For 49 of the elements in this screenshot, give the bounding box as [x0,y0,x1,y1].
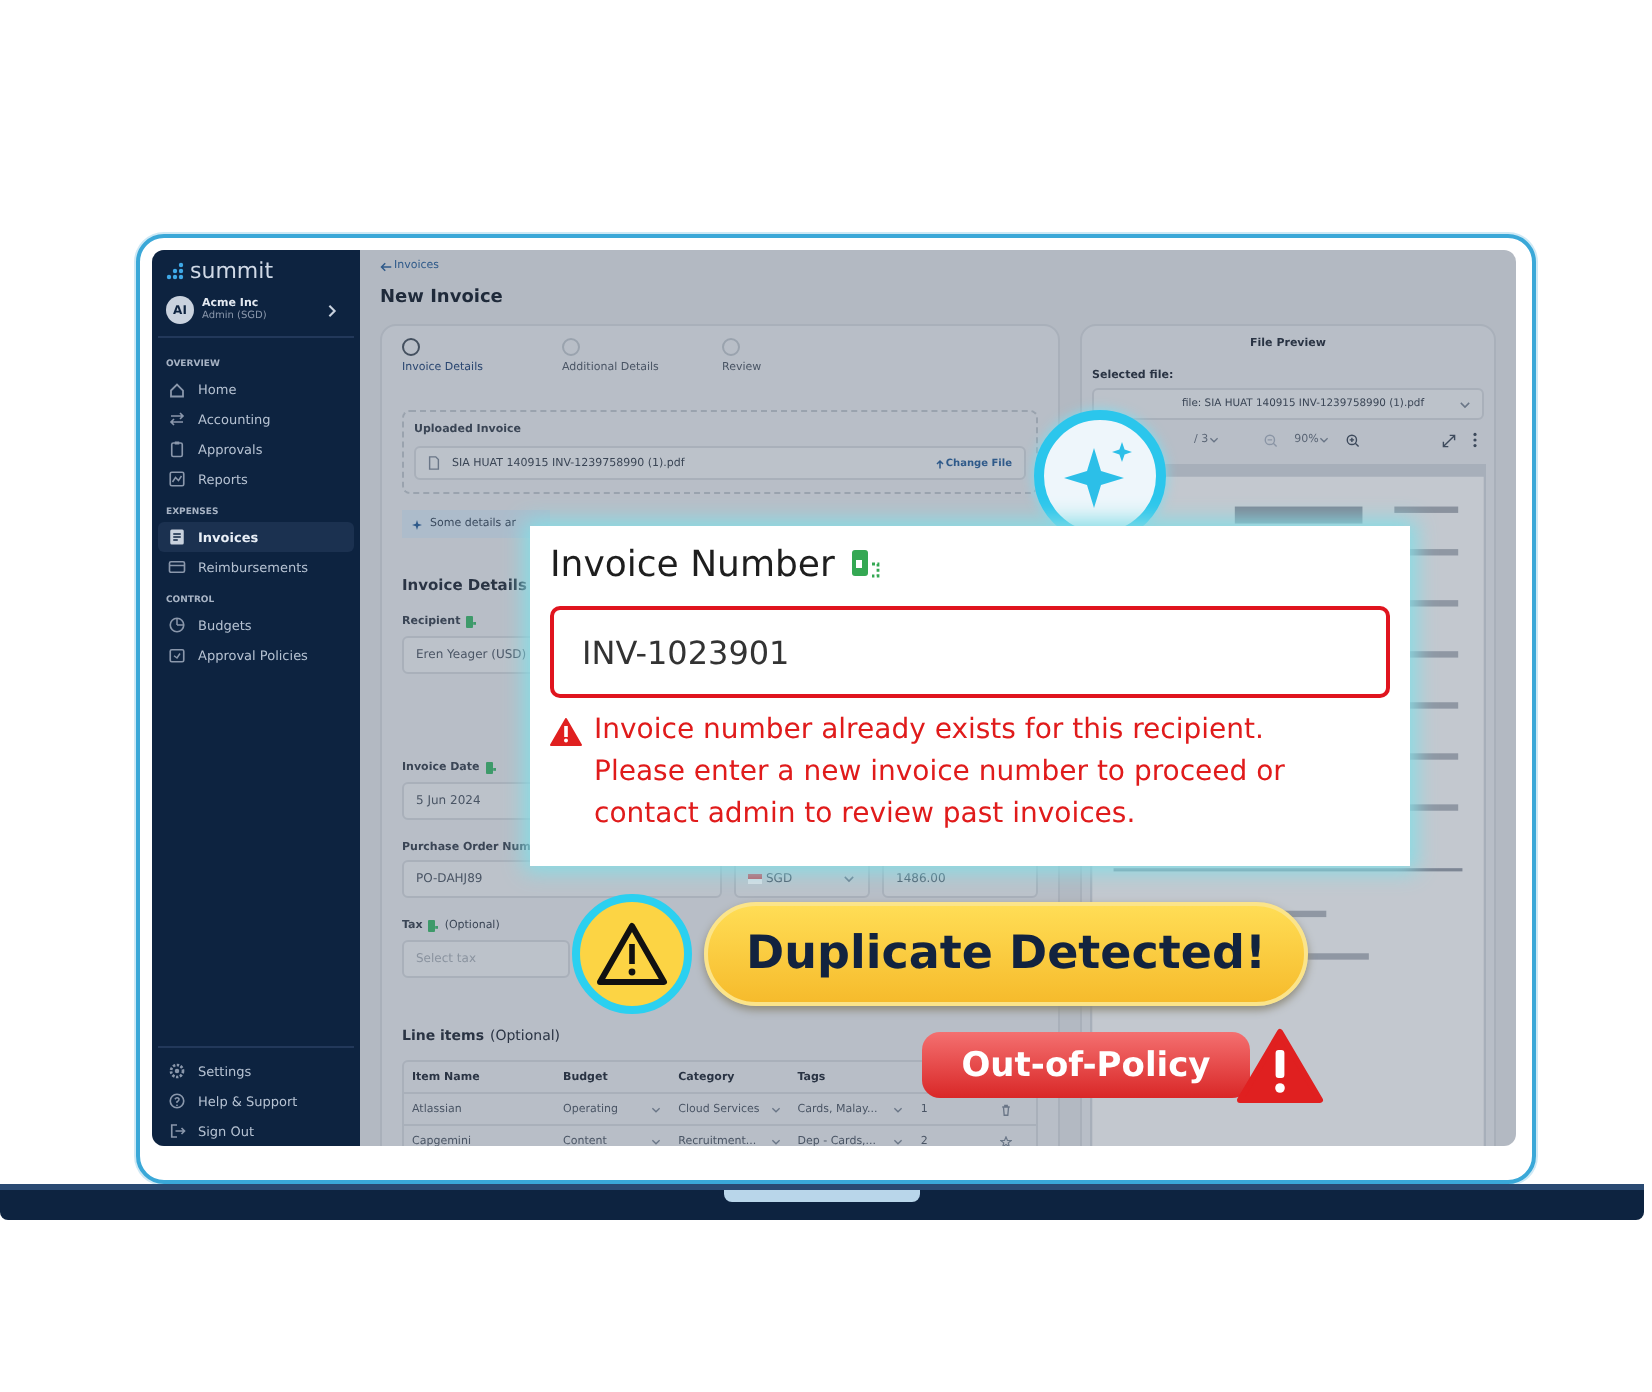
invoice-number-field[interactable]: INV-1023901 [550,606,1390,698]
settings-icon [168,1062,186,1080]
zoom-in-icon [1346,433,1361,447]
document-icon [168,528,186,546]
caret-icon [892,1135,905,1146]
house-icon [168,380,186,398]
expand-icon [1442,433,1456,447]
sparkle-icon [412,519,422,529]
more-icon [1472,432,1478,448]
clipboard-icon [168,440,186,458]
sign-out-icon [168,1122,186,1140]
zoom-out-icon [1264,433,1279,447]
duplicate-badge: Duplicate Detected! [704,902,1308,1006]
card-icon [168,558,186,576]
sparkle-drawing [1064,440,1136,512]
document-icon [850,548,883,580]
caret-icon [1458,397,1472,411]
page-title: New Invoice [380,288,505,308]
arrows-icon [168,410,186,428]
star-icon [1000,1135,1013,1146]
error-message: Invoice number already exists for this recipient. Please enter a new invoice number to proceed or contact admin to review past invoices. [594,712,1287,834]
caret-icon [769,1103,782,1115]
caret-icon [650,1135,663,1146]
pie-icon [168,616,186,634]
warning-drawing [594,920,670,988]
logo: summit [190,257,274,283]
document-icon [428,920,439,932]
folder-icon [168,646,186,664]
flag-icon [748,874,762,884]
file-icon [428,456,440,470]
caret-icon [842,872,856,886]
caret-icon [1318,434,1331,446]
dots-logo-icon [166,261,184,279]
document-icon [466,616,477,628]
trash-icon [1000,1103,1013,1115]
caret-icon [769,1135,782,1146]
help-icon [168,1092,186,1110]
field-label: Invoice Number [550,543,835,585]
warning-icon [550,718,582,746]
chevron-icon [326,303,338,317]
warning-icon [1236,1028,1324,1104]
caret-icon [650,1103,663,1115]
back-arrow-icon [380,261,392,271]
document-icon [485,762,496,774]
caret-icon [892,1103,905,1115]
policy-badge: Out-of-Policy [922,1032,1250,1098]
upload-icon [933,457,946,469]
chart-icon [168,470,186,488]
caret-icon [1208,434,1221,446]
